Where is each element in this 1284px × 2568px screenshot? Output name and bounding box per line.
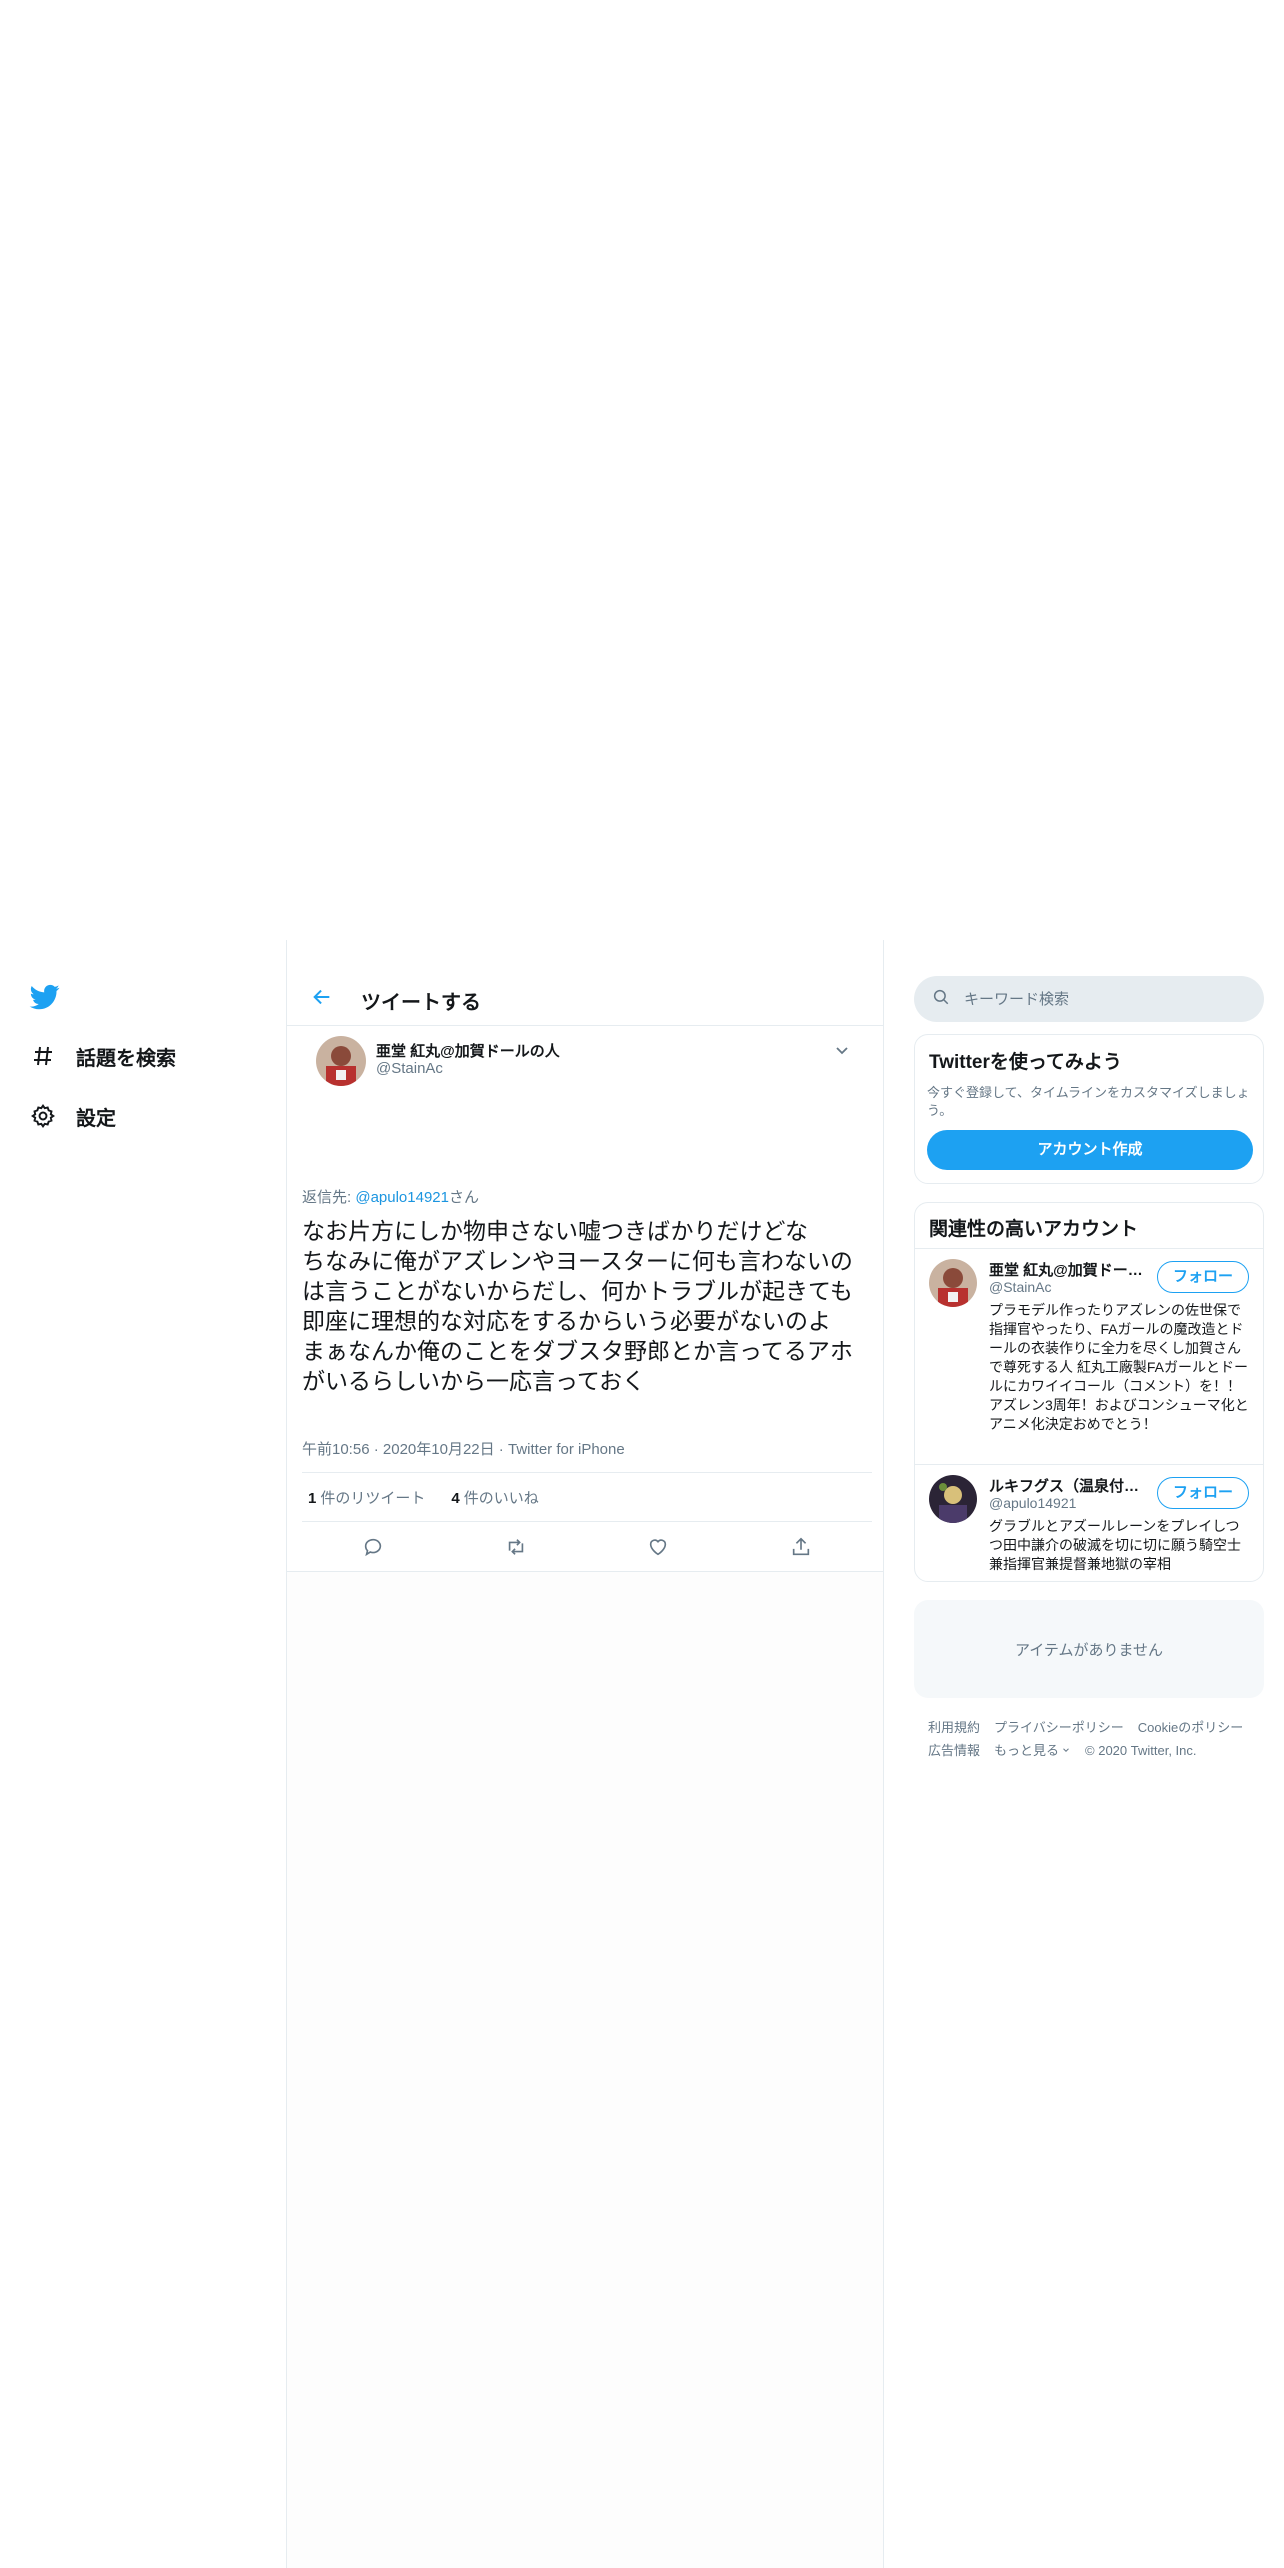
back-arrow-icon[interactable]	[307, 982, 337, 1012]
reply-suffix: さん	[448, 1189, 479, 1206]
footer-link-ads[interactable]: 広告情報	[928, 1743, 980, 1758]
like-heart-icon[interactable]	[639, 1528, 677, 1566]
share-icon[interactable]	[782, 1528, 820, 1566]
avatar[interactable]	[316, 1036, 366, 1086]
account-bio: プラモデル作ったりアズレンの佐世保で指揮官やったり、FAガールの魔改造とドールの…	[989, 1302, 1249, 1432]
page-header: ツイートする	[287, 940, 883, 1026]
reply-to: 返信先: @apulo14921さん	[302, 1186, 479, 1207]
chevron-down-icon[interactable]	[830, 1038, 854, 1062]
tweet-timestamp: 午前10:56 · 2020年10月22日 · Twitter for iPho…	[302, 1441, 625, 1458]
avatar[interactable]	[929, 1475, 977, 1523]
hashtag-icon	[28, 1041, 58, 1071]
like-count-link[interactable]: 4 件のいいね	[445, 1487, 538, 1508]
twitter-logo-icon[interactable]	[28, 982, 62, 1012]
author-name[interactable]: 亜堂 紅丸@加賀ドールの人	[376, 1040, 560, 1061]
footer-link-privacy[interactable]: プライバシーポリシー	[994, 1720, 1124, 1735]
chevron-down-icon	[1063, 1748, 1069, 1752]
tweet-stats: 1 件のリツイート 4 件のいいね	[302, 1472, 872, 1522]
retweet-count: 1	[308, 1489, 317, 1507]
related-accounts-card: 関連性の高いアカウント 亜堂 紅丸@加賀ドールの人 @StainAc フォロー …	[914, 1202, 1264, 1582]
reply-icon[interactable]	[354, 1528, 392, 1566]
tweet-detail: 亜堂 紅丸@加賀ドールの人 @StainAc 返信先: @apulo14921さ…	[287, 1026, 883, 1572]
tweet-actions	[302, 1522, 872, 1572]
signup-card: Twitterを使ってみよう 今すぐ登録して、タイムラインをカスタマイズしましょ…	[914, 1034, 1264, 1184]
account-name[interactable]: ルキフグス（温泉付き）	[989, 1475, 1149, 1496]
footer-links: 利用規約 プライバシーポリシー Cookieのポリシー 広告情報 もっと見る © 202…	[928, 1716, 1258, 1762]
like-count: 4	[451, 1489, 460, 1507]
tweet-text: なお片方にしか物申さない嘘つきばかりだけどな ちなみに俺がアズレンやヨースターに…	[302, 1218, 853, 1394]
account-bio: グラブルとアズールレーンをプレイしつつ田中謙介の破滅を切に切に願う騎空士兼指揮官…	[989, 1518, 1241, 1572]
avatar[interactable]	[929, 1259, 977, 1307]
author-handle[interactable]: @StainAc	[376, 1060, 443, 1077]
follow-button[interactable]: フォロー	[1157, 1477, 1249, 1509]
account-name[interactable]: 亜堂 紅丸@加賀ドールの人	[989, 1259, 1149, 1280]
page-title: ツイートする	[361, 992, 481, 1014]
reply-handle-link[interactable]: @apulo14921	[355, 1189, 449, 1206]
retweet-label: 件のリツイート	[320, 1489, 426, 1507]
tweet-source[interactable]: Twitter for iPhone	[508, 1441, 625, 1458]
tweet-time[interactable]: 午前10:56	[302, 1441, 370, 1458]
footer-more-label: もっと見る	[994, 1743, 1060, 1758]
search-bar[interactable]	[914, 976, 1264, 1022]
nav-item-label: 設定	[76, 1107, 116, 1130]
main-column: ツイートする 亜堂 紅丸@加賀ドールの人 @StainAc 返信先: @apul…	[286, 940, 884, 2568]
empty-state: アイテムがありません	[914, 1600, 1264, 1698]
footer-link-terms[interactable]: 利用規約	[928, 1720, 980, 1735]
signup-title: Twitterを使ってみよう	[929, 1052, 1122, 1073]
reply-prefix: 返信先:	[302, 1189, 356, 1206]
footer-link-more[interactable]: もっと見る	[994, 1743, 1071, 1758]
footer-link-cookies[interactable]: Cookieのポリシー	[1138, 1720, 1243, 1735]
retweet-icon[interactable]	[497, 1528, 535, 1566]
signup-description: 今すぐ登録して、タイムラインをカスタマイズしましょう。	[927, 1085, 1250, 1118]
retweet-count-link[interactable]: 1 件のリツイート	[302, 1487, 425, 1508]
account-handle[interactable]: @StainAc	[989, 1279, 1051, 1295]
copyright: © 2020 Twitter, Inc.	[1085, 1743, 1197, 1758]
account-handle[interactable]: @apulo14921	[989, 1495, 1076, 1511]
nav-item-settings[interactable]: 設定	[28, 1096, 116, 1136]
like-label: 件のいいね	[463, 1489, 539, 1507]
account-item[interactable]: ルキフグス（温泉付き） @apulo14921 フォロー グラブルとアズールレー…	[915, 1465, 1263, 1581]
nav-item-explore[interactable]: 話題を検索	[28, 1036, 176, 1076]
gear-icon	[28, 1101, 58, 1131]
account-item[interactable]: 亜堂 紅丸@加賀ドールの人 @StainAc フォロー プラモデル作ったりアズレ…	[915, 1249, 1263, 1465]
search-icon	[932, 988, 950, 1011]
search-input[interactable]	[964, 990, 1244, 1008]
follow-button[interactable]: フォロー	[1157, 1261, 1249, 1293]
tweet-date[interactable]: 2020年10月22日	[383, 1441, 495, 1458]
create-account-button[interactable]: アカウント作成	[927, 1130, 1253, 1170]
related-title: 関連性の高いアカウント	[915, 1203, 1263, 1249]
nav-item-label: 話題を検索	[76, 1047, 176, 1070]
